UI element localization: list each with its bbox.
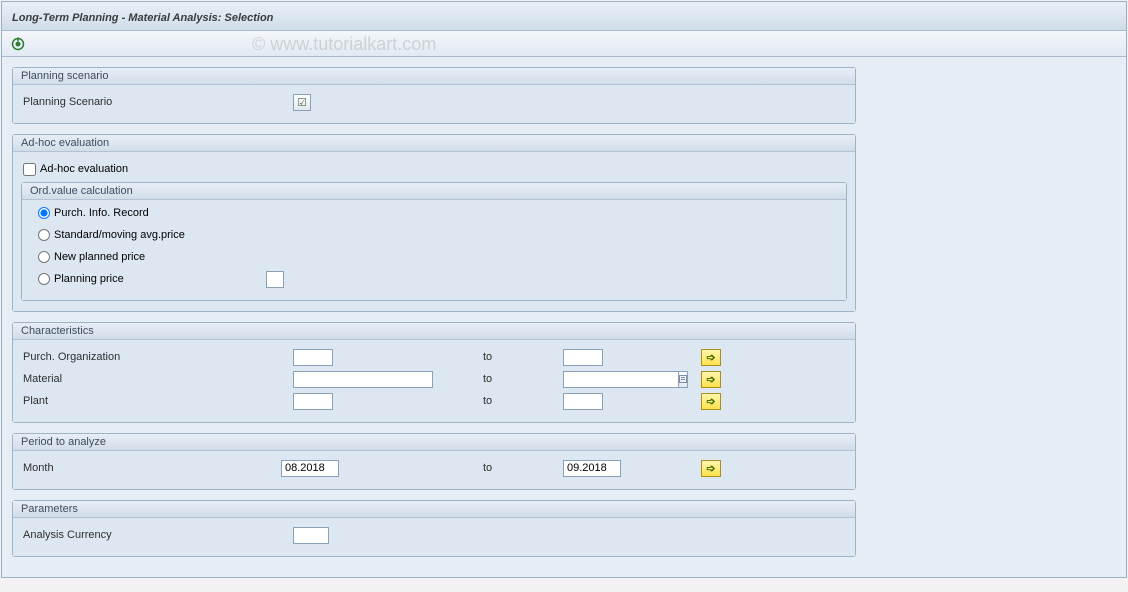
group-title-planning-scenario: Planning scenario	[13, 68, 855, 85]
valuehelp-icon: ☑	[297, 96, 307, 109]
group-title-adhoc: Ad-hoc evaluation	[13, 135, 855, 152]
to-label-1: to	[483, 373, 563, 385]
radio-label-0: Purch. Info. Record	[54, 207, 149, 219]
month-label: Month	[21, 462, 211, 474]
radio-planning-price[interactable]	[38, 273, 50, 285]
plant-to-input[interactable]	[563, 393, 603, 410]
to-label-2: to	[483, 395, 563, 407]
analysis-currency-label: Analysis Currency	[21, 529, 211, 541]
material-valuehelp-button[interactable]	[678, 371, 688, 388]
planning-price-input[interactable]	[266, 271, 284, 288]
group-period: Period to analyze Month to ➩	[12, 433, 856, 490]
month-from-input[interactable]	[281, 460, 339, 477]
arrow-icon: ➩	[706, 395, 715, 408]
window-titlebar: Long-Term Planning - Material Analysis: …	[2, 2, 1126, 31]
group-title-parameters: Parameters	[13, 501, 855, 518]
dropdown-icon	[679, 375, 687, 383]
month-multiselect-button[interactable]: ➩	[701, 460, 721, 477]
material-label: Material	[21, 373, 211, 385]
radio-purch-info-record[interactable]	[38, 207, 50, 219]
arrow-icon: ➩	[706, 462, 715, 475]
group-characteristics: Characteristics Purch. Organization to ➩…	[12, 322, 856, 423]
arrow-icon: ➩	[706, 373, 715, 386]
planning-scenario-valuehelp-button[interactable]: ☑	[293, 94, 311, 111]
radio-label-2: New planned price	[54, 251, 145, 263]
group-title-period: Period to analyze	[13, 434, 855, 451]
group-parameters: Parameters Analysis Currency	[12, 500, 856, 557]
subgroup-title-ord-value: Ord.value calculation	[22, 183, 846, 200]
plant-from-input[interactable]	[293, 393, 333, 410]
arrow-icon: ➩	[706, 351, 715, 364]
material-to-input[interactable]	[563, 371, 679, 388]
purch-org-label: Purch. Organization	[21, 351, 211, 363]
plant-label: Plant	[21, 395, 211, 407]
execute-button[interactable]	[8, 34, 28, 54]
group-adhoc-evaluation: Ad-hoc evaluation Ad-hoc evaluation Ord.…	[12, 134, 856, 312]
main-window: Long-Term Planning - Material Analysis: …	[1, 1, 1127, 578]
group-planning-scenario: Planning scenario Planning Scenario ☑	[12, 67, 856, 124]
month-to-input[interactable]	[563, 460, 621, 477]
material-multiselect-button[interactable]: ➩	[701, 371, 721, 388]
radio-standard-moving-avg[interactable]	[38, 229, 50, 241]
radio-label-1: Standard/moving avg.price	[54, 229, 185, 241]
purch-org-multiselect-button[interactable]: ➩	[701, 349, 721, 366]
radio-label-3: Planning price	[54, 273, 184, 285]
purch-org-from-input[interactable]	[293, 349, 333, 366]
content-area: Planning scenario Planning Scenario ☑ Ad…	[2, 57, 1126, 577]
execute-icon	[11, 37, 25, 51]
plant-multiselect-button[interactable]: ➩	[701, 393, 721, 410]
purch-org-to-input[interactable]	[563, 349, 603, 366]
planning-scenario-label: Planning Scenario	[21, 96, 211, 108]
radio-new-planned-price[interactable]	[38, 251, 50, 263]
adhoc-checkbox-label: Ad-hoc evaluation	[40, 163, 128, 175]
analysis-currency-input[interactable]	[293, 527, 329, 544]
to-label-period: to	[483, 462, 563, 474]
window-title: Long-Term Planning - Material Analysis: …	[12, 12, 273, 24]
to-label-0: to	[483, 351, 563, 363]
toolbar	[2, 31, 1126, 57]
group-title-characteristics: Characteristics	[13, 323, 855, 340]
material-from-input[interactable]	[293, 371, 433, 388]
subgroup-ord-value-calc: Ord.value calculation Purch. Info. Recor…	[21, 182, 847, 301]
adhoc-checkbox[interactable]	[23, 163, 36, 176]
